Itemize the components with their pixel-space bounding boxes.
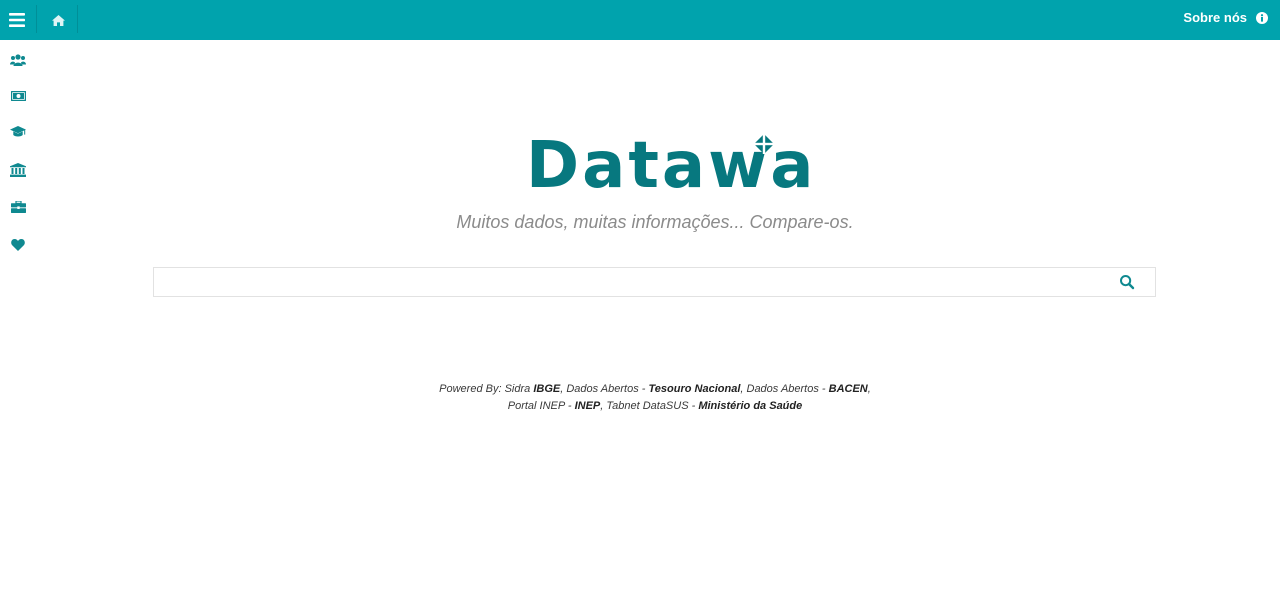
credits-separator: ,	[867, 383, 871, 395]
institution-icon[interactable]	[9, 161, 27, 179]
credits-line-2: Portal INEP - INEP, Tabnet DataSUS - Min…	[0, 398, 1280, 415]
credits-intro: Powered By: Sidra	[439, 383, 534, 395]
about-link[interactable]: Sobre nós	[1183, 0, 1268, 35]
navbar-divider	[77, 5, 78, 33]
search-input[interactable]	[154, 268, 1104, 296]
source-label: Tabnet DataSUS -	[606, 400, 699, 412]
source-ministerio-saude: Ministério da Saúde	[698, 400, 803, 412]
users-icon[interactable]	[9, 51, 27, 69]
heart-icon[interactable]	[9, 236, 27, 254]
graduation-cap-icon[interactable]	[9, 123, 27, 141]
source-label: Dados Abertos -	[566, 383, 649, 395]
about-label: Sobre nós	[1183, 10, 1247, 25]
hamburger-menu-icon[interactable]	[0, 0, 33, 40]
powered-by-credits: Powered By: Sidra IBGE, Dados Abertos - …	[0, 381, 1280, 415]
home-icon[interactable]	[38, 0, 78, 40]
datawa-logo: Datawa	[525, 130, 813, 205]
source-tesouro: Tesouro Nacional	[648, 383, 741, 395]
top-navbar: Sobre nós	[0, 0, 1280, 40]
source-ibge: IBGE	[533, 383, 561, 395]
search-icon[interactable]	[1119, 274, 1135, 290]
source-inep: INEP	[574, 400, 601, 412]
source-label: Dados Abertos -	[746, 383, 829, 395]
source-label: Portal INEP -	[507, 400, 575, 412]
navbar-divider	[36, 5, 37, 33]
logo-diamond-cross-icon	[754, 134, 774, 154]
credits-line-1: Powered By: Sidra IBGE, Dados Abertos - …	[0, 381, 1280, 398]
info-circle-icon	[1256, 11, 1268, 24]
source-bacen: BACEN	[828, 383, 868, 395]
tagline: Muitos dados, muitas informações... Comp…	[456, 212, 854, 232]
money-bill-icon[interactable]	[9, 87, 27, 105]
search-box	[153, 267, 1156, 297]
